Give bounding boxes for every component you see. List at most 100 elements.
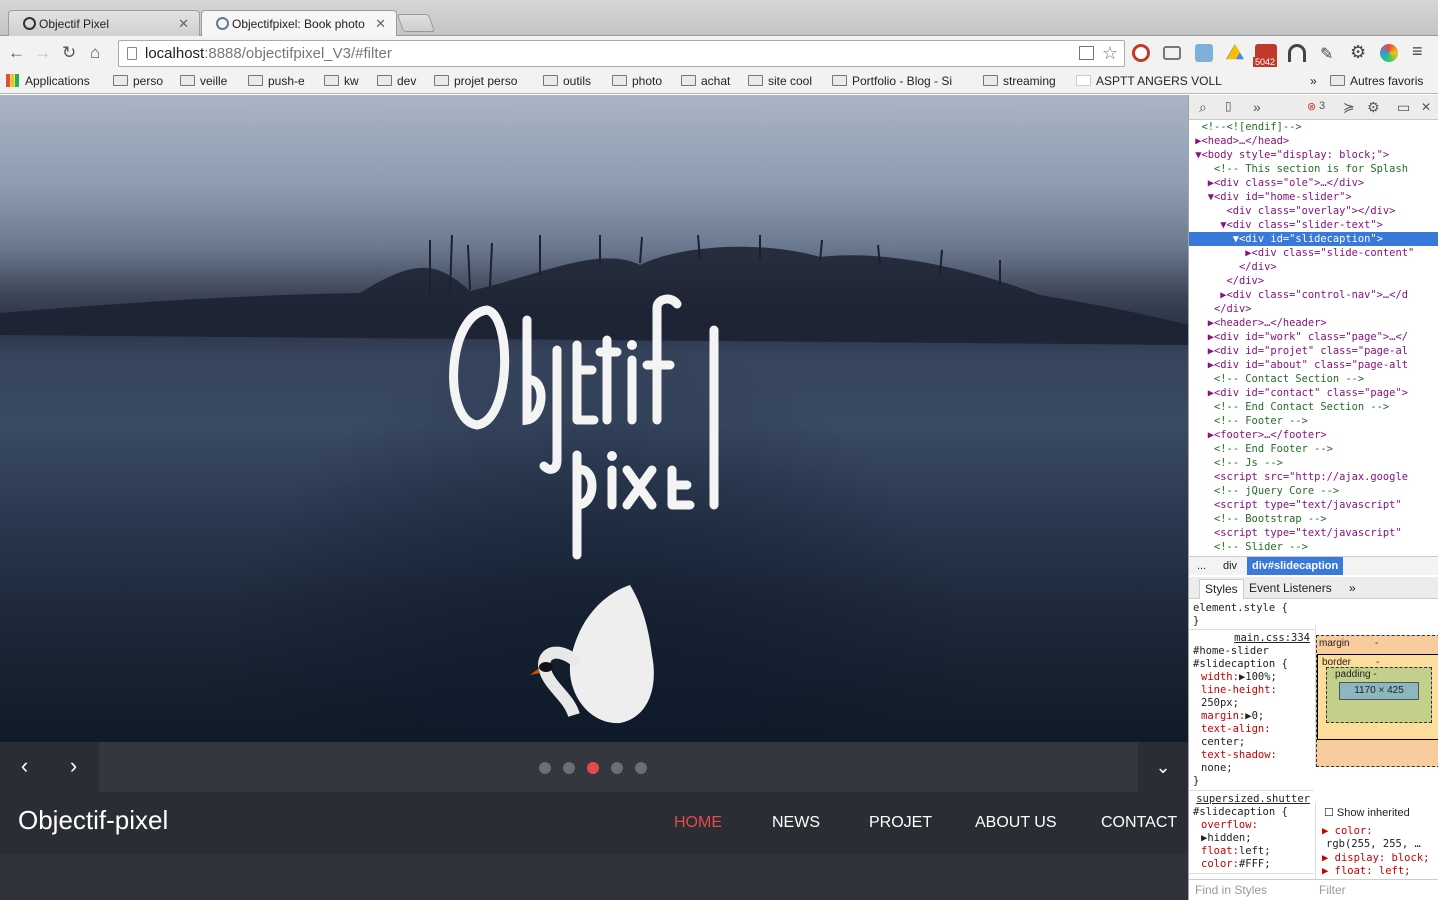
prev-slide-button[interactable]: ‹	[0, 742, 49, 792]
bookmark-folder-site-cool[interactable]: site cool	[748, 74, 812, 88]
settings-gear-icon[interactable]: ⚙	[1350, 42, 1368, 62]
dom-node-line[interactable]: <!-- Footer -->	[1189, 414, 1438, 428]
bookmarks-overflow-chevron[interactable]: »	[1310, 74, 1317, 88]
nav-about-us[interactable]: ABOUT US	[975, 814, 1057, 832]
reload-icon[interactable]: ↻	[62, 44, 76, 62]
dom-node-line[interactable]: <!--<![endif]-->	[1189, 120, 1438, 134]
slide-dot-2[interactable]	[563, 762, 575, 774]
menu-icon[interactable]: ≡	[1412, 41, 1430, 61]
crumb-ellipsis[interactable]: ...	[1197, 560, 1206, 572]
nav-projet[interactable]: PROJET	[869, 814, 932, 832]
cast-icon[interactable]	[1163, 46, 1181, 60]
bookmark-folder-portfolio[interactable]: Portfolio - Blog - Si	[832, 74, 952, 88]
tab-event-listeners[interactable]: Event Listeners	[1249, 581, 1332, 595]
box-content-size[interactable]: 1170 × 425	[1339, 682, 1419, 700]
css-prop[interactable]: color:#FFF;	[1193, 858, 1310, 871]
close-tab-icon[interactable]: ✕	[375, 16, 386, 32]
dom-node-line[interactable]: ▶<div id="contact" class="page">	[1189, 386, 1438, 400]
box-margin[interactable]: margin - border - padding - 1170 × 425	[1316, 635, 1438, 767]
error-count[interactable]: 3	[1319, 100, 1325, 112]
dom-node-line[interactable]: ▶<header>…</header>	[1189, 316, 1438, 330]
dom-node-line[interactable]: <script src="http://ajax.google	[1189, 470, 1438, 484]
dom-node-line[interactable]: <script type="text/javascript"	[1189, 498, 1438, 512]
bookmark-folder-achat[interactable]: achat	[681, 74, 730, 88]
color-picker-icon[interactable]	[1380, 44, 1398, 62]
css-prop[interactable]: float:left;	[1193, 845, 1310, 858]
dom-node-line[interactable]: <!-- Contact Section -->	[1189, 372, 1438, 386]
bookmark-folder-push-e[interactable]: push-e	[248, 74, 305, 88]
tab-book-photo[interactable]: Objectifpixel: Book photo ✕	[201, 10, 397, 37]
dom-node-line[interactable]: <!-- End Contact Section -->	[1189, 400, 1438, 414]
dom-node-line[interactable]: ▼<body style="display: block;">	[1189, 148, 1438, 162]
home-icon[interactable]: ⌂	[90, 44, 100, 62]
dom-node-line[interactable]: ▼<div id="slidecaption">	[1189, 232, 1438, 246]
nav-news[interactable]: NEWS	[772, 814, 820, 832]
bookmark-other-favorites[interactable]: Autres favoris	[1330, 74, 1423, 88]
dom-node-line[interactable]: ▶<div class="control-nav">…</d	[1189, 288, 1438, 302]
dom-node-line[interactable]: ▶<div class="slide-content"	[1189, 246, 1438, 260]
inspect-search-icon[interactable]: ⌕	[1199, 99, 1207, 116]
new-tab-button[interactable]	[396, 14, 436, 32]
dom-node-line[interactable]: </div>	[1189, 274, 1438, 288]
dom-node-line[interactable]: ▼<div id="home-slider">	[1189, 190, 1438, 204]
headphones-icon[interactable]	[1288, 44, 1306, 62]
slide-dot-5[interactable]	[635, 762, 647, 774]
rule-source-link[interactable]: supersized.shutter	[1193, 793, 1310, 806]
dom-node-line[interactable]: ▶<footer>…</footer>	[1189, 428, 1438, 442]
more-panels-chevron-icon[interactable]: »	[1253, 99, 1261, 115]
bookmark-folder-streaming[interactable]: streaming	[983, 74, 1056, 88]
dom-node-line[interactable]: ▶<div id="work" class="page">…</	[1189, 330, 1438, 344]
dom-node-line[interactable]: <!-- End Footer -->	[1189, 442, 1438, 456]
css-prop[interactable]: text-align: center;	[1193, 723, 1310, 749]
slide-dot-3-active[interactable]	[587, 762, 599, 774]
bookmark-folder-dev[interactable]: dev	[377, 74, 416, 88]
address-bar[interactable]: localhost:8888/objectifpixel_V3/#filter …	[118, 40, 1125, 67]
dom-node-line[interactable]: ▶<div class="ole">…</div>	[1189, 176, 1438, 190]
url-text[interactable]: localhost:8888/objectifpixel_V3/#filter	[145, 45, 392, 62]
forward-arrow-icon[interactable]: →	[34, 44, 51, 62]
computed-float[interactable]: ▶ float: left;	[1316, 865, 1438, 879]
next-slide-button[interactable]: ›	[49, 742, 98, 792]
rule-source-link[interactable]: main.css:334	[1193, 632, 1310, 645]
dom-node-line[interactable]: ▶<div id="about" class="page-alt	[1189, 358, 1438, 372]
dom-node-line[interactable]: <!-- Slider -->	[1189, 540, 1438, 552]
css-prop[interactable]: overflow: ▶hidden;	[1193, 819, 1310, 845]
more-tabs-chevron[interactable]: »	[1349, 581, 1356, 595]
dock-side-icon[interactable]: ▭	[1397, 99, 1410, 116]
tab-styles[interactable]: Styles	[1199, 579, 1244, 599]
css-prop[interactable]: line-height: 250px;	[1193, 684, 1310, 710]
element-style-rule[interactable]: element.style { }	[1189, 600, 1314, 630]
show-inherited-checkbox[interactable]: ☐ Show inherited	[1316, 803, 1438, 825]
devtools-settings-icon[interactable]: ⚙	[1367, 99, 1380, 116]
computed-display[interactable]: ▶ display: block;	[1316, 852, 1438, 866]
find-in-styles-input[interactable]: Find in Styles	[1195, 883, 1267, 897]
bookmark-folder-projet-perso[interactable]: projet perso	[434, 74, 517, 88]
dom-node-line[interactable]: <!-- jQuery Core -->	[1189, 484, 1438, 498]
dom-node-line[interactable]: ▶<div id="projet" class="page-al	[1189, 344, 1438, 358]
box-padding[interactable]: padding - 1170 × 425	[1326, 667, 1432, 723]
computed-color[interactable]: ▶ color:	[1316, 825, 1438, 839]
dom-node-line[interactable]: </div>	[1189, 302, 1438, 316]
css-rule-supersized[interactable]: supersized.shutter #slidecaption { overf…	[1189, 791, 1314, 874]
dom-node-line[interactable]: ▼<div class="slider-text">	[1189, 218, 1438, 232]
bookmark-star-icon[interactable]: ☆	[1102, 43, 1118, 64]
adblock-icon[interactable]	[1132, 44, 1150, 62]
dom-node-line[interactable]: <div class="overlay"></div>	[1189, 204, 1438, 218]
box-border[interactable]: border - padding - 1170 × 425	[1317, 654, 1438, 740]
css-rule-home-slider[interactable]: main.css:334 #home-slider #slidecaption …	[1189, 630, 1314, 791]
dom-node-line[interactable]: <!-- This section is for Splash	[1189, 162, 1438, 176]
bookmark-folder-kw[interactable]: kw	[324, 74, 359, 88]
dom-node-line[interactable]: <script type="text/javascript"	[1189, 526, 1438, 540]
dom-tree[interactable]: <!--<![endif]--> ▶<head>…</head> ▼<body …	[1189, 120, 1438, 552]
bookmark-asptt-angers[interactable]: ASPTT ANGERS VOLL	[1076, 74, 1222, 88]
error-icon[interactable]: ⊗	[1307, 100, 1316, 113]
bookmark-applications[interactable]: Applications	[6, 74, 90, 88]
close-tab-icon[interactable]: ✕	[178, 16, 189, 32]
nav-contact[interactable]: CONTACT	[1101, 814, 1177, 832]
screenshot-extension-icon[interactable]	[1195, 44, 1213, 62]
console-drawer-icon[interactable]: ≽	[1343, 99, 1355, 116]
translate-icon[interactable]	[1079, 46, 1094, 60]
css-prop[interactable]: text-shadow: none;	[1193, 749, 1310, 775]
site-brand[interactable]: Objectif-pixel	[18, 805, 168, 836]
bookmark-folder-outils[interactable]: outils	[543, 74, 591, 88]
